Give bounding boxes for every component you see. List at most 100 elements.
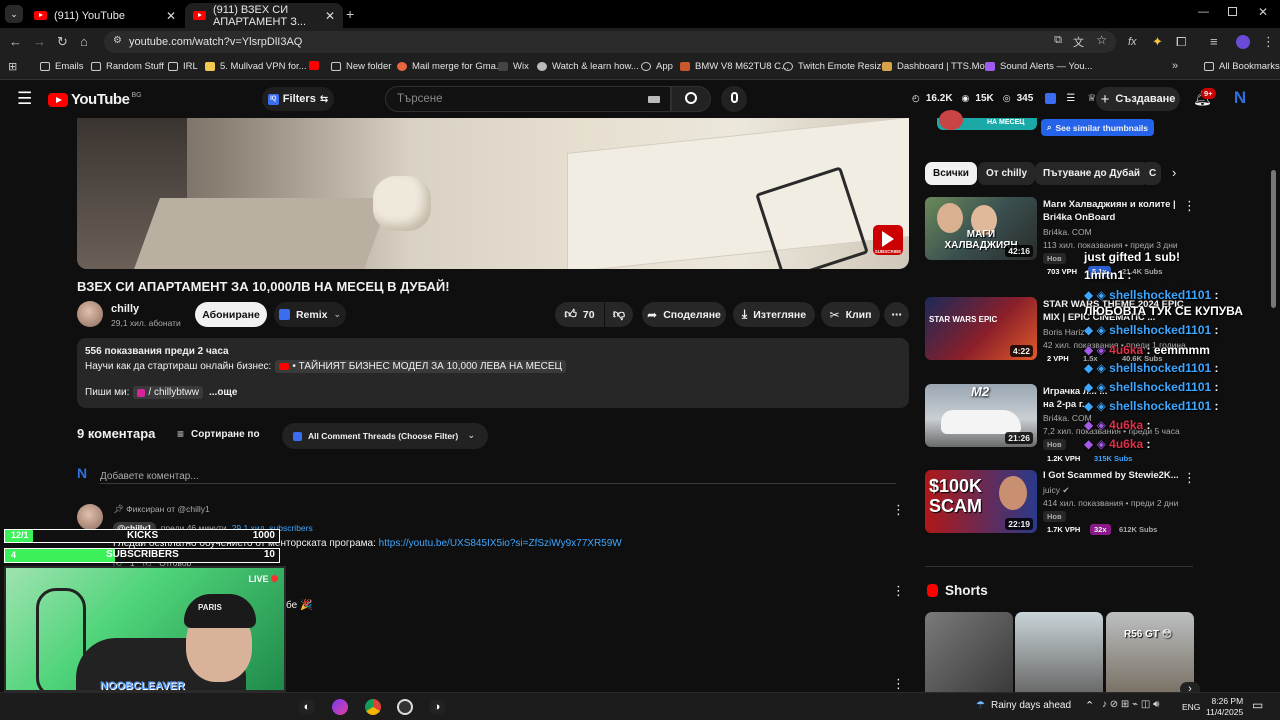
- bookmark-twitch-emote[interactable]: Twitch Emote Resizer: [783, 61, 890, 72]
- translate-icon[interactable]: 文: [1073, 34, 1084, 50]
- tray-icons[interactable]: ♪ ⊘ ⊞ ⌁ ◫ 🔊︎: [1102, 699, 1159, 710]
- add-comment-input[interactable]: Добавете коментар...: [100, 466, 896, 484]
- like-button[interactable]: 👍︎ 70: [555, 302, 604, 327]
- bookmark-bmw[interactable]: BMW V8 M62TU8 C...: [680, 61, 789, 72]
- search-input[interactable]: Търсене: [385, 86, 671, 112]
- chevron-right-icon[interactable]: ›: [1172, 165, 1176, 180]
- apps-grid-icon[interactable]: ⊞: [8, 60, 17, 73]
- bookmark-youtube[interactable]: [309, 61, 324, 70]
- notification-center-icon[interactable]: ▭: [1252, 698, 1263, 712]
- chip-dubai-trip[interactable]: Пътуване до Дубай: [1035, 162, 1149, 185]
- bookmark-star-icon[interactable]: ☆: [1096, 33, 1107, 47]
- short-thumbnail[interactable]: R56 GT 😳: [1106, 612, 1194, 692]
- language-indicator[interactable]: ENG: [1182, 702, 1200, 712]
- comment-menu-icon[interactable]: ⋮: [892, 676, 905, 692]
- chip-more[interactable]: С: [1141, 162, 1161, 185]
- bookmark-mail-merge[interactable]: Mail merge for Gma...: [397, 61, 504, 72]
- description-link-business[interactable]: • ТАЙНИЯТ БИЗНЕС МОДЕЛ ЗА 10,000 ЛЕВА НА…: [275, 360, 566, 373]
- chip-from-chilly[interactable]: От chilly: [978, 162, 1036, 185]
- app-icon[interactable]: [332, 699, 348, 715]
- new-tab-button[interactable]: +: [346, 6, 354, 22]
- hamburger-menu-icon[interactable]: ☰: [17, 89, 32, 109]
- voice-search-button[interactable]: [721, 86, 747, 112]
- list-icon[interactable]: ☰: [1066, 93, 1075, 104]
- bookmark-mullvad[interactable]: 5. Mullvad VPN for...: [205, 61, 307, 72]
- bookmark-all[interactable]: All Bookmarks: [1204, 61, 1280, 72]
- media-controls-icon[interactable]: ≡: [1210, 34, 1218, 50]
- bookmark-emails[interactable]: Emails: [40, 61, 84, 72]
- see-similar-thumbnails-button[interactable]: ⌕ See similar thumbnails: [1041, 119, 1154, 136]
- close-window-icon[interactable]: ✕: [1258, 5, 1268, 19]
- video-channel[interactable]: Boris Hariz: [1043, 327, 1085, 337]
- keyboard-icon[interactable]: [648, 96, 660, 103]
- extension-fx-icon[interactable]: fx: [1128, 34, 1137, 50]
- app-icon[interactable]: ◑: [429, 699, 445, 715]
- close-tab-icon[interactable]: ✕: [166, 9, 176, 23]
- comment-filter-dropdown[interactable]: All Comment Threads (Choose Filter) ⌄: [282, 423, 488, 449]
- clip-button[interactable]: ✂ Клип: [821, 302, 880, 327]
- tray-chevron-icon[interactable]: ⌃: [1085, 699, 1094, 712]
- youtube-logo[interactable]: YouTube BG: [48, 91, 142, 108]
- account-avatar[interactable]: N: [1230, 88, 1250, 108]
- home-icon[interactable]: ⌂: [80, 34, 88, 50]
- bookmark-random-stuff[interactable]: Random Stuff: [91, 61, 164, 72]
- app-icon[interactable]: ◐: [299, 699, 315, 715]
- sort-comments-button[interactable]: ≡ Сортиране по: [177, 427, 260, 441]
- search-button[interactable]: [671, 86, 711, 112]
- chip-all[interactable]: Всички: [925, 162, 977, 185]
- clock[interactable]: 8:26 PM 11/4/2025: [1206, 696, 1243, 718]
- channel-avatar[interactable]: [77, 301, 103, 327]
- video-thumbnail[interactable]: M2 21:26: [925, 384, 1037, 447]
- extension-iq-icon[interactable]: [1045, 93, 1057, 104]
- tab-menu-button[interactable]: ⌄: [5, 5, 23, 23]
- comment-author-avatar[interactable]: [77, 504, 103, 530]
- bookmark-tts-dashboard[interactable]: Dashboard | TTS.Mo...: [882, 61, 993, 72]
- video-player[interactable]: SUBSCRIBE: [77, 118, 909, 269]
- short-thumbnail[interactable]: [925, 612, 1013, 692]
- bookmark-sound-alerts[interactable]: Sound Alerts — You...: [985, 61, 1092, 72]
- site-info-icon[interactable]: ⚙: [113, 35, 122, 46]
- browser-menu-icon[interactable]: ⋮: [1262, 34, 1275, 50]
- install-icon[interactable]: ⧉: [1054, 34, 1062, 47]
- download-button[interactable]: ⤓ Изтегляне: [733, 302, 815, 327]
- address-bar[interactable]: ⚙ youtube.com/watch?v=YlsrpDlI3AQ ⧉ 文 ☆: [104, 31, 1116, 53]
- filters-button[interactable]: IQ Filters ⇆: [262, 87, 334, 111]
- share-button[interactable]: ➦ Споделяне: [642, 302, 726, 327]
- bookmark-watch-learn[interactable]: Watch & learn how...: [537, 61, 639, 72]
- profile-avatar[interactable]: [1236, 35, 1250, 49]
- tab-video-active[interactable]: (911) ВЗЕХ СИ АПАРТАМЕНТ З... ✕: [185, 3, 343, 28]
- video-title[interactable]: Маги Халваджиян и колите | Bri4ka OnBoard: [1043, 198, 1176, 224]
- close-tab-icon[interactable]: ✕: [325, 9, 335, 23]
- video-channel[interactable]: Bri4ka. COM: [1043, 227, 1092, 237]
- more-bookmarks-icon[interactable]: »: [1172, 60, 1178, 72]
- description-box[interactable]: 556 показвания преди 2 часа Научи как да…: [77, 338, 909, 408]
- video-channel[interactable]: juicy ✔: [1043, 485, 1070, 496]
- show-more-link[interactable]: ...още: [209, 387, 237, 398]
- short-thumbnail[interactable]: [1015, 612, 1103, 692]
- create-button[interactable]: + Създаване: [1096, 87, 1180, 111]
- minimize-icon[interactable]: —: [1198, 6, 1209, 18]
- video-menu-icon[interactable]: ⋮: [1183, 470, 1196, 486]
- bookmark-irl[interactable]: IRL: [168, 61, 198, 72]
- page-scrollbar[interactable]: [1271, 170, 1276, 308]
- extensions-puzzle-icon[interactable]: ⧠: [1176, 34, 1186, 50]
- video-menu-icon[interactable]: ⋮: [1183, 198, 1196, 214]
- more-actions-button[interactable]: ⋯: [884, 302, 909, 327]
- dislike-button[interactable]: 👎︎: [605, 302, 633, 327]
- subscribe-watermark[interactable]: SUBSCRIBE: [873, 225, 903, 255]
- reload-icon[interactable]: ↻: [57, 34, 68, 50]
- tab-youtube-home[interactable]: (911) YouTube ✕: [26, 3, 184, 28]
- notifications-button[interactable]: 🔔︎ 9+: [1193, 88, 1216, 108]
- extension-icon[interactable]: ✦: [1152, 34, 1163, 50]
- comment-link[interactable]: https://youtu.be/UXS845IX5io?si=ZfSziWy9…: [379, 538, 622, 549]
- bookmark-new-folder[interactable]: New folder: [331, 61, 391, 72]
- weather-widget[interactable]: ☂ Rainy days ahead: [976, 700, 1071, 711]
- video-thumbnail[interactable]: МАГИ ХАЛВАДЖИЯН 42:16: [925, 197, 1037, 260]
- comment-menu-icon[interactable]: ⋮: [892, 583, 905, 599]
- channel-name[interactable]: chilly: [111, 303, 139, 315]
- chrome-icon[interactable]: [365, 699, 381, 715]
- remix-button[interactable]: Remix ⌄: [274, 302, 346, 327]
- trophy-icon[interactable]: ♕: [1087, 93, 1096, 104]
- description-link-instagram[interactable]: / chillybtww: [133, 386, 203, 399]
- video-thumbnail[interactable]: STAR WARS EPIC 4:22: [925, 297, 1037, 360]
